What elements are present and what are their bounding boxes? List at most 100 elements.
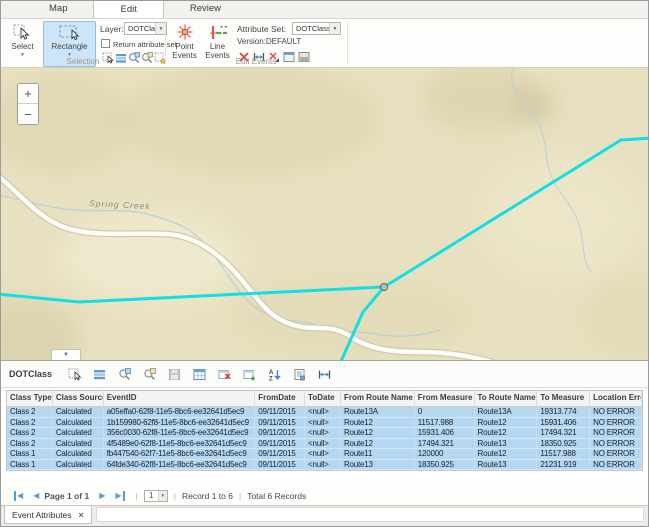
version-text: Version:DEFAULT: [237, 37, 301, 46]
page-number-caret-icon: ▼: [158, 491, 167, 501]
table-cell: 356c0030-62f8-11e5-8bc6-ee32641d5ec9: [104, 428, 256, 438]
table-row[interactable]: Class 1Calculated64fde340-62f8-11e5-8bc6…: [7, 460, 642, 471]
panel-collapse-button[interactable]: ▼: [51, 349, 81, 360]
column-header[interactable]: EventID: [104, 391, 256, 406]
table-cell: 15931.406: [415, 428, 475, 438]
tab-map[interactable]: Map: [23, 1, 93, 18]
sort-records-icon[interactable]: AZ: [266, 367, 283, 382]
point-events-icon: [175, 24, 195, 41]
table-cell: <null>: [305, 407, 341, 417]
rectangle-dropdown-caret-icon[interactable]: ▼: [67, 53, 72, 57]
column-header[interactable]: Class Type: [7, 391, 53, 406]
attribute-set-combobox[interactable]: DOTClass ▼: [292, 22, 341, 35]
add-records-icon[interactable]: [241, 367, 258, 382]
event-attributes-panel: DOTClass AZ Class TypeClass SourceEventI…: [1, 361, 648, 505]
table-cell: 09/11/2015: [255, 418, 305, 428]
column-header[interactable]: From Route Name: [341, 391, 415, 406]
layer-value: DOTClass: [125, 24, 155, 33]
table-row[interactable]: Class 2Calculated1b159980-62f8-11e5-8bc6…: [7, 418, 642, 429]
table-cell: 120000: [415, 449, 475, 459]
table-cell: 17494.321: [537, 428, 590, 438]
table-cell: Calculated: [53, 428, 104, 438]
bottom-tab-bar: Event Attributes ×: [1, 505, 648, 526]
table-cell: 4f5489e0-62f8-11e5-8bc6-ee32641d5ec9: [104, 439, 256, 449]
attribute-set-caret-icon: ▼: [329, 23, 340, 34]
svg-text:A: A: [269, 370, 274, 376]
panel-toolbar: DOTClass AZ: [1, 361, 648, 388]
route-junction-marker[interactable]: [381, 284, 388, 291]
pager-divider: |: [239, 491, 241, 501]
zoom-to-selection-icon[interactable]: [116, 367, 133, 382]
table-cell: 11517.988: [537, 449, 590, 459]
pager-divider: |: [136, 491, 138, 501]
table-cell: <null>: [305, 428, 341, 438]
table-row[interactable]: Class 2Calculated4f5489e0-62f8-11e5-8bc6…: [7, 439, 642, 450]
event-attributes-tab-label: Event Attributes: [12, 510, 72, 520]
tab-edit[interactable]: Edit: [93, 0, 163, 18]
column-header[interactable]: From Measure: [415, 391, 475, 406]
layer-combobox[interactable]: DOTClass ▼: [124, 22, 167, 35]
layer-label: Layer:: [100, 24, 124, 34]
next-page-button[interactable]: ▶: [99, 491, 105, 501]
svg-text:Z: Z: [269, 376, 273, 381]
table-cell: Class 1: [7, 449, 53, 459]
table-row[interactable]: Class 2Calculateda05effa0-62f8-11e5-8bc6…: [7, 407, 642, 418]
delete-records-icon[interactable]: [216, 367, 233, 382]
table-cell: Route12: [341, 418, 415, 428]
save-edits-icon[interactable]: [166, 367, 183, 382]
group-separator: [347, 21, 348, 64]
table-body: Class 2Calculateda05effa0-62f8-11e5-8bc6…: [7, 407, 642, 470]
show-list-icon[interactable]: [91, 367, 108, 382]
table-cell: Route13A: [475, 407, 538, 417]
table-cell: Class 2: [7, 439, 53, 449]
table-cell: 09/11/2015: [255, 428, 305, 438]
table-cell: Calculated: [53, 439, 104, 449]
previous-page-button[interactable]: ◀: [33, 491, 39, 501]
table-cell: NO ERROR: [590, 460, 642, 470]
table-cell: Route12: [475, 428, 538, 438]
table-cell: Class 2: [7, 418, 53, 428]
column-header[interactable]: To Measure: [537, 391, 590, 406]
table-cell: <null>: [305, 439, 341, 449]
select-dropdown-caret-icon[interactable]: ▼: [20, 53, 25, 57]
table-cell: Class 2: [7, 428, 53, 438]
close-tab-icon[interactable]: ×: [79, 510, 84, 520]
table-cell: 64fde340-62f8-11e5-8bc6-ee32641d5ec9: [104, 460, 256, 470]
table-cell: NO ERROR: [590, 449, 642, 459]
statusbar-empty-area: [96, 507, 644, 522]
table-cell: Route12: [341, 439, 415, 449]
last-page-button[interactable]: ▶: [115, 491, 124, 501]
column-header[interactable]: ToDate: [305, 391, 341, 406]
select-records-icon[interactable]: [66, 367, 83, 382]
open-table-icon[interactable]: [191, 367, 208, 382]
record-range-text: Record 1 to 6: [182, 491, 233, 501]
return-attribute-set-label: Return attribute set: [113, 40, 177, 49]
column-header[interactable]: Class Source: [53, 391, 104, 406]
application-window: Map Edit Review Select ▼ Rectangle ▼ Lay…: [0, 0, 649, 527]
return-attribute-set-checkbox[interactable]: [101, 39, 110, 48]
zoom-in-button[interactable]: +: [18, 84, 38, 104]
table-row[interactable]: Class 1Calculatedfb447540-62f7-11e5-8bc6…: [7, 449, 642, 460]
tab-event-attributes[interactable]: Event Attributes ×: [4, 506, 92, 524]
column-header[interactable]: To Route Name: [475, 391, 538, 406]
measure-extent-icon[interactable]: [316, 367, 333, 382]
column-header[interactable]: Location Error: [590, 391, 642, 406]
view-report-icon[interactable]: [291, 367, 308, 382]
panel-title: DOTClass: [9, 369, 52, 379]
table-cell: Calculated: [53, 407, 104, 417]
zoom-out-button[interactable]: −: [18, 104, 38, 124]
column-header[interactable]: FromDate: [255, 391, 305, 406]
first-page-button[interactable]: ◀: [14, 491, 23, 501]
table-row[interactable]: Class 2Calculated356c0030-62f8-11e5-8bc6…: [7, 428, 642, 439]
pan-to-selection-icon[interactable]: [141, 367, 158, 382]
map-canvas[interactable]: Spring Creek + − ▼: [1, 68, 648, 361]
table-cell: 21231.919: [537, 460, 590, 470]
table-cell: Class 1: [7, 460, 53, 470]
tab-review[interactable]: Review: [164, 1, 247, 18]
page-number-combobox[interactable]: 1 ▼: [144, 490, 168, 502]
attribute-set-label: Attribute Set:: [237, 24, 286, 34]
select-cursor-icon: [13, 24, 32, 41]
pagination-bar: ◀ ◀ Page 1 of 1 ▶ ▶ | 1 ▼ | Record 1 to …: [1, 486, 648, 505]
table-cell: Route12: [475, 418, 538, 428]
table-cell: Calculated: [53, 449, 104, 459]
